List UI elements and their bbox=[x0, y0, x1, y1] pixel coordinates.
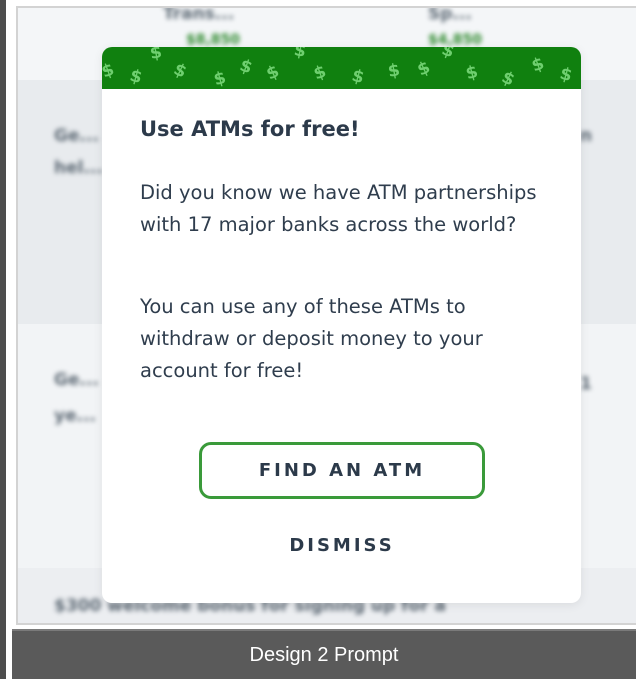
modal-overlay: $ $ $ $ $ $ $ $ $ $ $ $ $ $ $ $ $ Use AT… bbox=[16, 6, 636, 625]
caption-bar: Design 2 Prompt bbox=[12, 629, 636, 679]
screenshot-frame: Trans... $8,850 Sp... $4,850 Ge... hel..… bbox=[0, 0, 636, 679]
dollar-sign-icon: $ bbox=[463, 61, 481, 85]
dollar-sign-icon: $ bbox=[170, 59, 190, 83]
dollar-sign-icon: $ bbox=[127, 65, 145, 89]
dollar-sign-icon: $ bbox=[414, 57, 434, 81]
modal-title: Use ATMs for free! bbox=[140, 117, 360, 141]
modal-paragraph-free-use: You can use any of these ATMs to withdra… bbox=[140, 295, 483, 382]
dollar-sign-icon: $ bbox=[148, 47, 164, 64]
dollar-sign-icon: $ bbox=[438, 47, 457, 63]
dollar-sign-icon: $ bbox=[349, 65, 367, 89]
dollar-sign-icon: $ bbox=[211, 67, 229, 89]
find-atm-button[interactable]: FIND AN ATM bbox=[199, 442, 485, 499]
dollar-sign-icon: $ bbox=[498, 67, 518, 89]
dollar-sign-icon: $ bbox=[557, 63, 575, 87]
dollar-sign-icon: $ bbox=[292, 47, 308, 62]
dollar-sign-icon: $ bbox=[236, 55, 255, 79]
dollar-sign-icon: $ bbox=[310, 61, 329, 85]
dollar-sign-icon: $ bbox=[528, 53, 547, 77]
dismiss-button[interactable]: DISMISS bbox=[242, 525, 442, 565]
modal-paragraph-partnerships: Did you know we have ATM partnerships wi… bbox=[140, 181, 537, 236]
dollar-sign-icon: $ bbox=[263, 61, 283, 85]
atm-promo-modal: $ $ $ $ $ $ $ $ $ $ $ $ $ $ $ $ $ Use AT… bbox=[102, 47, 581, 603]
dollar-sign-icon: $ bbox=[102, 59, 117, 83]
dollar-sign-icon: $ bbox=[386, 60, 402, 82]
caption-text: Design 2 Prompt bbox=[249, 643, 399, 666]
dollar-sign-banner: $ $ $ $ $ $ $ $ $ $ $ $ $ $ $ $ $ bbox=[102, 47, 581, 89]
